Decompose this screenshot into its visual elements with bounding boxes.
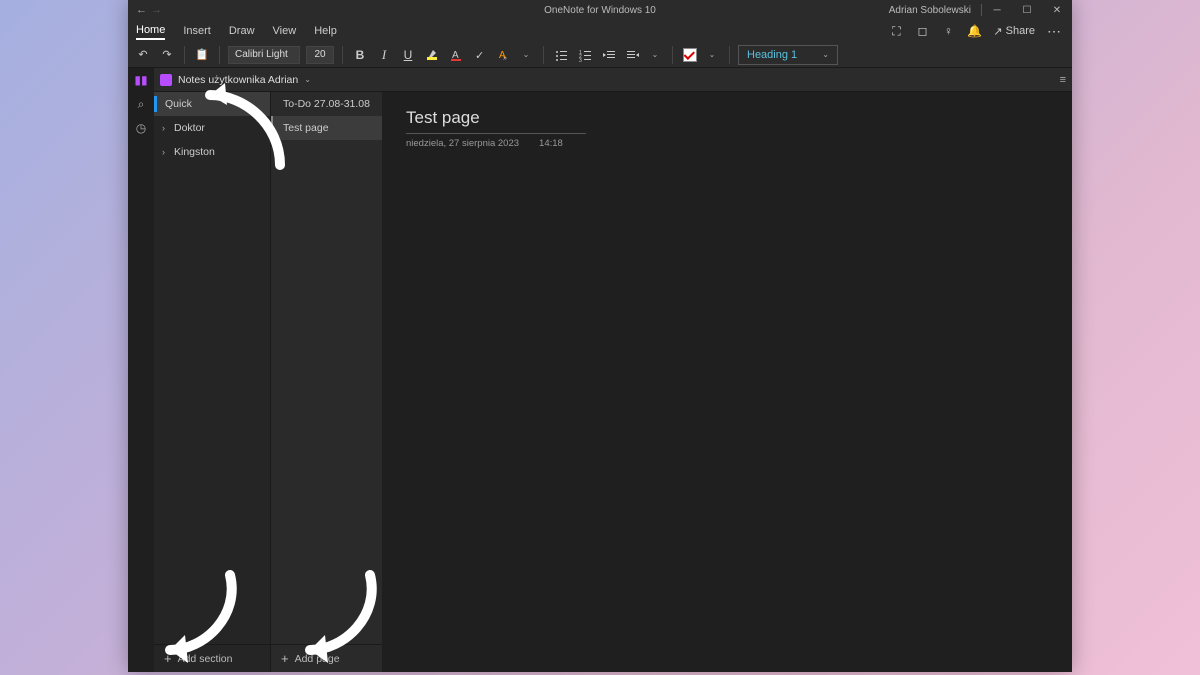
onenote-window: ← → OneNote for Windows 10 Adrian Sobole… — [128, 0, 1072, 672]
page-date: niedziela, 27 sierpnia 2023 — [406, 138, 519, 149]
add-page-button[interactable]: + Add page — [271, 644, 382, 672]
more-button[interactable]: ⋯ — [1047, 23, 1062, 40]
font-name-select[interactable]: Calibri Light — [228, 46, 300, 64]
todo-tag-button[interactable] — [681, 45, 699, 65]
close-button[interactable]: ✕ — [1042, 0, 1072, 20]
underline-button[interactable]: U — [399, 45, 417, 65]
svg-text:»: » — [503, 55, 507, 62]
notebook-selector[interactable]: Notes użytkownika Adrian ⌄ — [160, 74, 311, 86]
format-painter-button[interactable]: A» — [495, 45, 513, 65]
svg-text:✓: ✓ — [475, 50, 484, 62]
undo-button[interactable]: ↶ — [134, 45, 152, 65]
share-button[interactable]: ↗ Share — [993, 25, 1035, 38]
pages-panel: To-Do 27.08-31.08 Test page + Add page — [270, 92, 382, 672]
forward-button[interactable]: → — [151, 4, 162, 16]
main-area: ▮▮ ⌕ ◷ Notes użytkownika Adrian ⌄ ≡ — [128, 68, 1072, 672]
page-item[interactable]: Test page — [271, 116, 382, 140]
bullet-list-button[interactable] — [552, 45, 570, 65]
ribbon: ↶ ↷ 📋 Calibri Light 20 B I U A ✓ A» ⌄ 12… — [128, 42, 1072, 68]
italic-button[interactable]: I — [375, 45, 393, 65]
section-item[interactable]: › Kingston — [154, 140, 270, 164]
app-title: OneNote for Windows 10 — [544, 5, 656, 16]
paragraph-more-dropdown[interactable]: ⌄ — [646, 45, 664, 65]
notebooks-icon[interactable]: ▮▮ — [133, 72, 149, 88]
redo-button[interactable]: ↷ — [158, 45, 176, 65]
sort-button[interactable]: ≡ — [1060, 74, 1066, 86]
nav-panels: Notes użytkownika Adrian ⌄ ≡ Quick › Dok… — [154, 68, 1072, 672]
menubar: Home Insert Draw View Help ⛶ ◻ ♀ 🔔 ↗ Sha… — [128, 20, 1072, 42]
tab-view[interactable]: View — [273, 23, 297, 39]
section-item[interactable]: Quick — [154, 92, 270, 116]
notebook-name: Notes użytkownika Adrian — [178, 74, 298, 86]
user-name[interactable]: Adrian Sobolewski — [879, 5, 981, 16]
tags-dropdown[interactable]: ⌄ — [703, 45, 721, 65]
chevron-down-icon: ⌄ — [304, 75, 311, 84]
clear-format-button[interactable]: ✓ — [471, 45, 489, 65]
recent-icon[interactable]: ◷ — [133, 120, 149, 136]
titlebar: ← → OneNote for Windows 10 Adrian Sobole… — [128, 0, 1072, 20]
font-size-select[interactable]: 20 — [306, 46, 334, 64]
add-section-button[interactable]: + Add section — [154, 644, 270, 672]
outdent-button[interactable] — [600, 45, 618, 65]
sections-panel: Quick › Doktor › Kingston + Add s — [154, 92, 270, 672]
style-select[interactable]: Heading 1 ⌄ — [738, 45, 838, 65]
indent-button[interactable] — [624, 45, 642, 65]
tab-help[interactable]: Help — [314, 23, 337, 39]
page-content[interactable]: Test page niedziela, 27 sierpnia 2023 14… — [382, 92, 1072, 672]
maximize-button[interactable]: ☐ — [1012, 0, 1042, 20]
plus-icon: + — [164, 651, 172, 666]
font-color-button[interactable]: A — [447, 45, 465, 65]
bell-icon[interactable]: 🔔 — [967, 24, 981, 38]
bold-button[interactable]: B — [351, 45, 369, 65]
back-button[interactable]: ← — [136, 4, 147, 16]
page-item[interactable]: To-Do 27.08-31.08 — [271, 92, 382, 116]
page-title[interactable]: Test page — [406, 108, 586, 131]
page-time: 14:18 — [539, 138, 563, 149]
font-more-dropdown[interactable]: ⌄ — [517, 45, 535, 65]
minimize-button[interactable]: ─ — [982, 0, 1012, 20]
clipboard-icon[interactable]: 📋 — [193, 45, 211, 65]
expand-icon: › — [162, 123, 170, 133]
number-list-button[interactable]: 123 — [576, 45, 594, 65]
highlight-button[interactable] — [423, 45, 441, 65]
search-icon[interactable]: ⌕ — [133, 96, 149, 112]
section-item[interactable]: › Doktor — [154, 116, 270, 140]
meeting-icon[interactable]: ◻ — [915, 24, 929, 38]
notebook-icon — [160, 74, 172, 86]
svg-text:3: 3 — [579, 58, 582, 62]
tab-draw[interactable]: Draw — [229, 23, 255, 39]
fullscreen-icon[interactable]: ⛶ — [889, 24, 903, 38]
plus-icon: + — [281, 651, 289, 666]
tab-insert[interactable]: Insert — [183, 23, 211, 39]
tab-home[interactable]: Home — [136, 22, 165, 40]
page-meta: niedziela, 27 sierpnia 2023 14:18 — [406, 138, 1048, 149]
left-rail: ▮▮ ⌕ ◷ — [128, 68, 154, 672]
lightbulb-icon[interactable]: ♀ — [941, 24, 955, 38]
expand-icon: › — [162, 147, 170, 157]
